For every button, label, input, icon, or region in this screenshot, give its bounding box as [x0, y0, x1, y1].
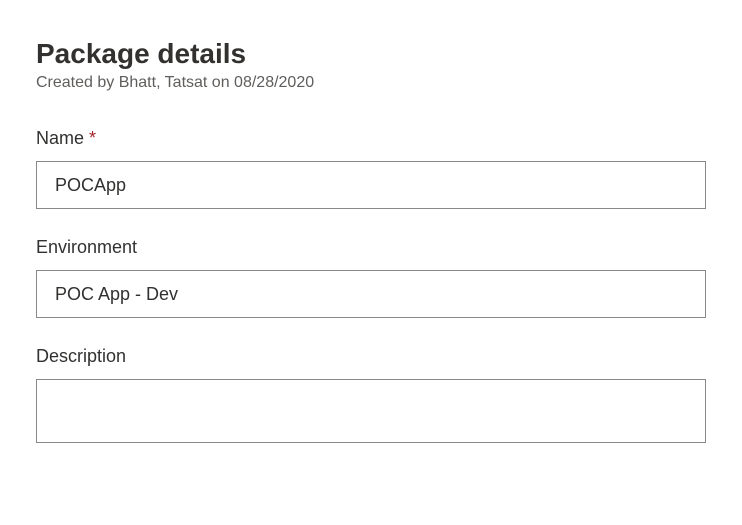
description-label: Description: [36, 346, 706, 367]
description-field-group: Description: [36, 346, 706, 448]
name-input[interactable]: [36, 161, 706, 209]
created-by-subtitle: Created by Bhatt, Tatsat on 08/28/2020: [36, 74, 706, 92]
environment-label: Environment: [36, 237, 706, 258]
name-field-group: Name *: [36, 128, 706, 209]
required-indicator: *: [89, 128, 96, 148]
environment-field-group: Environment: [36, 237, 706, 318]
page-title: Package details: [36, 38, 706, 70]
name-label: Name *: [36, 128, 706, 149]
name-label-text: Name: [36, 128, 84, 148]
description-input[interactable]: [36, 379, 706, 443]
environment-input[interactable]: [36, 270, 706, 318]
